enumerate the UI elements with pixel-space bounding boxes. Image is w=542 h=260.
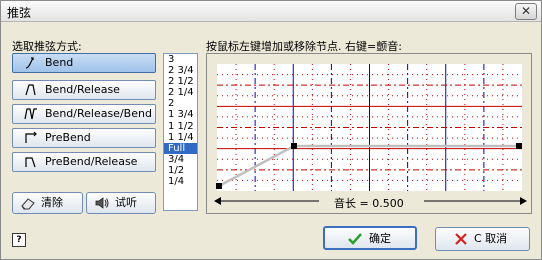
bend-release-label: Bend/Release [45, 83, 120, 96]
bend-release-icon [25, 84, 36, 96]
bend-release-bend-label: Bend/Release/Bend [45, 107, 152, 120]
list-item[interactable]: 2 1/2 [164, 76, 197, 87]
help-icon[interactable]: ? [12, 233, 26, 247]
list-item[interactable]: 1 1/2 [164, 121, 197, 132]
prebend-release-label: PreBend/Release [45, 155, 138, 168]
listen-label: 试听 [115, 196, 137, 209]
bend-dialog: 推弦 ✕ 选取推弦方式: Bend Bend/Release Bend/Rele… [0, 0, 542, 260]
bend-node [216, 183, 222, 189]
list-item[interactable]: 2 3/4 [164, 65, 197, 76]
list-item[interactable]: 1 3/4 [164, 109, 197, 120]
bend-icon [25, 57, 34, 69]
eraser-icon [21, 198, 35, 210]
clear-label: 清除 [41, 196, 63, 209]
bend-label: Bend [45, 56, 74, 69]
listen-button[interactable]: 试听 [86, 192, 156, 214]
ok-label: 确定 [369, 232, 391, 245]
ok-button[interactable]: 确定 [323, 226, 417, 250]
bend-node [516, 143, 522, 149]
clear-button[interactable]: 清除 [12, 192, 83, 214]
list-item[interactable]: 3 [164, 54, 197, 65]
speaker-icon [95, 197, 109, 209]
prebend-icon [25, 131, 37, 143]
bend-release-bend-button[interactable]: Bend/Release/Bend [12, 104, 156, 124]
title-bar[interactable]: 推弦 ✕ [1, 1, 541, 22]
window-title: 推弦 [7, 6, 32, 20]
bend-type-heading: 选取推弦方式: [12, 40, 82, 53]
list-item[interactable]: 3/4 [164, 154, 197, 165]
list-item[interactable]: 1/4 [164, 176, 197, 187]
bend-button[interactable]: Bend [12, 53, 156, 73]
bend-release-button[interactable]: Bend/Release [12, 80, 156, 100]
list-item[interactable]: 2 [164, 98, 197, 109]
prebend-release-icon [25, 157, 36, 168]
list-item[interactable]: 2 1/4 [164, 87, 197, 98]
list-item-selected[interactable]: Full [164, 142, 197, 154]
bend-release-bend-icon [24, 108, 37, 120]
graph-frame [206, 53, 532, 214]
prebend-button[interactable]: PreBend [12, 128, 156, 148]
prebend-release-button[interactable]: PreBend/Release [12, 152, 156, 172]
bend-node [291, 143, 297, 149]
prebend-label: PreBend [45, 131, 91, 144]
close-button[interactable]: ✕ [515, 3, 537, 20]
graph-instruction: 按鼠标左键增加或移除节点. 右键=颤音: [206, 40, 402, 53]
bend-amount-list[interactable]: 3 2 3/4 2 1/2 2 1/4 2 1 3/4 1 1/2 1 1/4 … [163, 53, 198, 211]
list-item[interactable]: 1/2 [164, 165, 197, 176]
close-icon: ✕ [520, 4, 532, 18]
check-icon [348, 233, 362, 245]
duration-label: 音长 = 0.500 [334, 197, 404, 210]
cancel-label: C 取消 [474, 232, 508, 245]
cancel-button[interactable]: C 取消 [435, 227, 530, 251]
list-item[interactable]: 1 1/4 [164, 132, 197, 143]
x-icon [455, 233, 467, 245]
bend-graph[interactable] [207, 54, 533, 215]
